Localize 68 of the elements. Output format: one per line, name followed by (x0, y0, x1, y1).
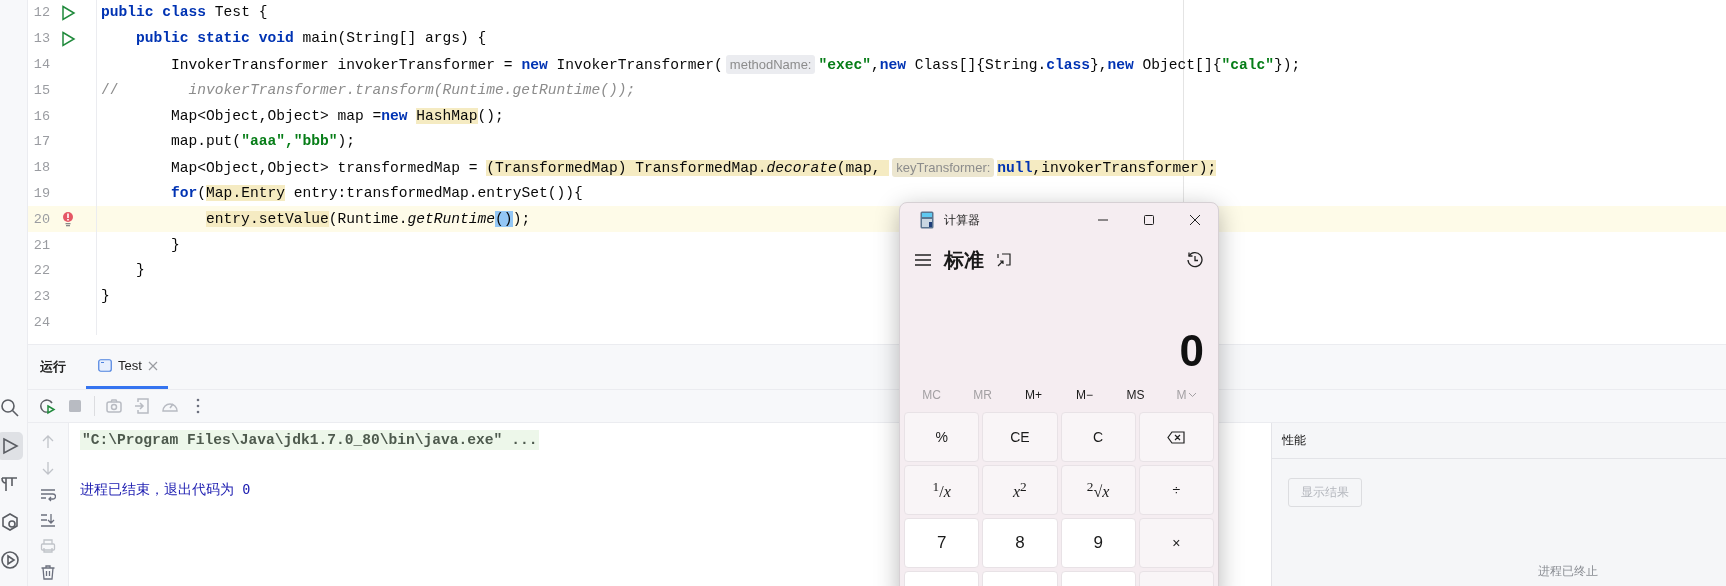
close-icon (1189, 214, 1201, 226)
run-icon[interactable] (60, 30, 76, 47)
lightbulb-icon[interactable] (62, 211, 74, 228)
window-icon (98, 359, 112, 372)
code-line: Map<Object,Object> transformedMap = (TransformedMap) TransformedMap.decorate(map, keyTransformer: null,invokerTransformer); (170, 156, 1217, 179)
search-icon (0, 398, 20, 418)
calculator-key[interactable]: x$^{2}$ (982, 465, 1058, 515)
code-line: // invokerTransformer.transform(Runtime.getRuntime()); (100, 80, 636, 100)
calculator-key[interactable]: % (904, 412, 980, 462)
calculator-key[interactable]: C (1060, 412, 1136, 462)
calculator-key[interactable]: 9 (1060, 518, 1136, 568)
code-line: entry.setValue(Runtime.getRuntime()); (205, 209, 531, 229)
history-icon[interactable] (1186, 251, 1204, 269)
backspace-icon (1167, 430, 1186, 444)
code-line: } (135, 261, 145, 281)
calculator-key[interactable]: ÷ (1138, 465, 1214, 515)
tool-window-button[interactable] (0, 432, 23, 460)
memory-button[interactable]: M− (1059, 388, 1110, 402)
calculator-key[interactable]: $^{1}$/x (904, 465, 980, 515)
line-number: 20 (32, 211, 50, 227)
line-number: 12 (32, 5, 50, 21)
memory-button[interactable]: M+ (1008, 388, 1059, 402)
calculator-key[interactable]: CE (982, 412, 1058, 462)
display-value: 0 (1179, 325, 1204, 378)
code-line: } (100, 287, 110, 307)
menu-icon[interactable] (914, 253, 932, 267)
play-circle-icon (0, 550, 20, 570)
line-number: 17 (32, 134, 50, 150)
code-line: public static void main(String[] args) { (135, 29, 487, 49)
console-line: 进程已结束，退出代码为 0 (80, 481, 251, 499)
panel-title: 运行 (40, 358, 66, 376)
trash-icon[interactable] (40, 564, 56, 580)
code-line: map.put("aaa","bbb"); (170, 132, 355, 152)
code-line: Map<Object,Object> map =new HashMap(); (170, 106, 504, 126)
code-line: for(Map.Entry entry:transformedMap.entrySet()){ (170, 183, 583, 203)
scroll-to-end-icon[interactable] (40, 512, 56, 528)
code-line: InvokerTransformer invokerTransformer = new InvokerTransformer( methodName: "exec",new Class[]{String.class},new Object[]{"calc"}); (170, 53, 1301, 76)
code-line: public class Test { (100, 3, 268, 23)
calculator-key[interactable]: × (1138, 518, 1214, 568)
chevron-down-icon (1187, 392, 1197, 398)
line-number: 16 (32, 108, 50, 124)
code-line: } (170, 235, 180, 255)
line-number: 13 (32, 31, 50, 47)
line-number: 18 (32, 160, 50, 176)
line-number: 19 (32, 185, 50, 201)
maximize-icon (1143, 214, 1155, 226)
mode-title: 标准 (944, 247, 984, 273)
run-icon[interactable] (60, 4, 76, 21)
line-number: 14 (32, 57, 50, 72)
keep-on-top-icon[interactable] (996, 252, 1012, 268)
close-icon[interactable] (147, 360, 158, 371)
line-number: 24 (32, 314, 50, 330)
line-number: 23 (32, 289, 50, 305)
calculator-key[interactable]: 8 (982, 518, 1058, 568)
soft-wrap-icon[interactable] (40, 486, 56, 502)
status-text: 进程已终止 (1538, 563, 1598, 580)
calculator-key[interactable] (1138, 412, 1214, 462)
line-number: 15 (32, 82, 50, 98)
calculator-icon (920, 211, 934, 229)
memory-button[interactable]: MS (1110, 388, 1161, 402)
line-number: 21 (32, 237, 50, 253)
play-icon (0, 436, 20, 456)
line-number: 22 (32, 263, 50, 279)
rerun-icon[interactable] (38, 397, 56, 415)
calculator-key[interactable]: $^{2}$√x (1060, 465, 1136, 515)
window-title: 计算器 (944, 211, 980, 229)
panel-title: 性能 (1282, 432, 1306, 449)
calculator-key[interactable]: 7 (904, 518, 980, 568)
